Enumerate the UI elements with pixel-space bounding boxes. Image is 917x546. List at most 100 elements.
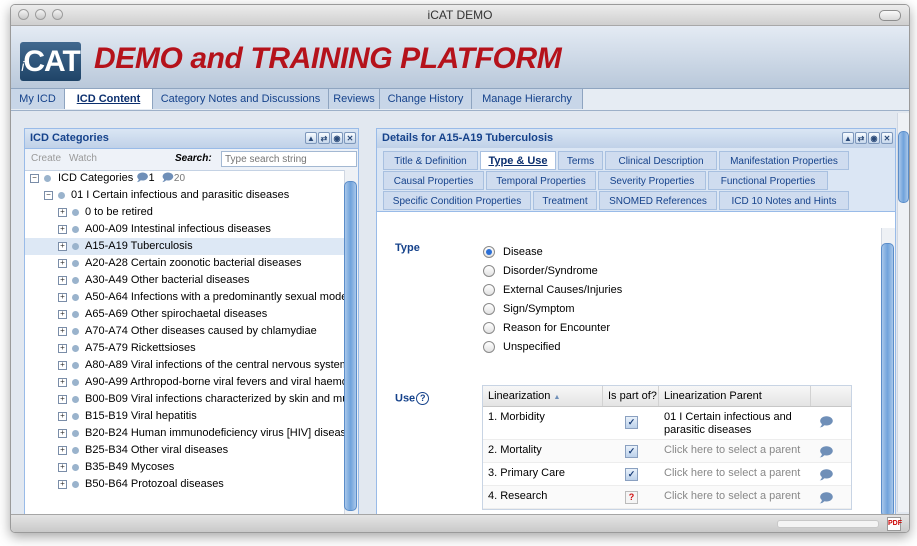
nav-tab-category-notes[interactable]: Category Notes and Discussions: [153, 89, 329, 109]
tree-item[interactable]: + B00-B09 Viral infections characterized …: [25, 391, 344, 408]
tree-item[interactable]: + A70-A74 Other diseases caused by chlamy…: [25, 323, 344, 340]
expand-toggle-icon[interactable]: +: [58, 378, 67, 387]
nav-tab-reviews[interactable]: Reviews: [329, 89, 380, 109]
nav-tab-my-icd[interactable]: My ICD: [11, 89, 65, 109]
table-row[interactable]: 2. Mortality ✓ Click here to select a pare…: [483, 440, 851, 463]
tree-item[interactable]: + A00-A09 Intestinal infectious diseases: [25, 221, 344, 238]
expand-toggle-icon[interactable]: +: [58, 276, 67, 285]
tab-severity-properties[interactable]: Severity Properties: [598, 171, 706, 190]
tab-treatment[interactable]: Treatment: [533, 191, 597, 210]
nav-tab-change-history[interactable]: Change History: [380, 89, 472, 109]
comment-bubble-icon[interactable]: 🗩: [819, 413, 833, 435]
help-icon[interactable]: ?: [416, 392, 430, 405]
nav-tab-icd-content[interactable]: ICD Content: [65, 89, 153, 109]
tab-icd10-notes[interactable]: ICD 10 Notes and Hints: [719, 191, 849, 210]
expand-toggle-icon[interactable]: +: [58, 293, 67, 302]
expand-toggle-icon[interactable]: +: [58, 344, 67, 353]
is-part-of-checkbox[interactable]: ✓: [625, 416, 638, 429]
radio-button[interactable]: [483, 341, 495, 353]
horizontal-scrollbar[interactable]: [777, 520, 879, 528]
parent-cell[interactable]: Click here to select a parent: [659, 463, 811, 480]
collapse-icon[interactable]: ▲: [305, 132, 317, 144]
tree-item[interactable]: + B25-B34 Other viral diseases: [25, 442, 344, 459]
is-part-of-checkbox[interactable]: ✓: [625, 445, 638, 458]
tab-title-definition[interactable]: Title & Definition: [383, 151, 478, 170]
col-linearization-parent[interactable]: Linearization Parent: [659, 386, 811, 406]
tab-snomed-references[interactable]: SNOMED References: [599, 191, 717, 210]
window-zoom-button[interactable]: [52, 9, 63, 20]
col-linearization[interactable]: Linearization ▲: [483, 386, 603, 406]
tab-temporal-properties[interactable]: Temporal Properties: [486, 171, 596, 190]
expand-toggle-icon[interactable]: +: [58, 480, 67, 489]
tab-causal-properties[interactable]: Causal Properties: [383, 171, 484, 190]
comment-bubble-icon[interactable]: 🗩: [819, 489, 833, 511]
comment-bubble-icon[interactable]: 🗩: [819, 443, 833, 465]
tree-item[interactable]: + B15-B19 Viral hepatitis: [25, 408, 344, 425]
window-minimize-button[interactable]: [35, 9, 46, 20]
page-scrollbar-thumb[interactable]: [898, 131, 909, 203]
window-close-button[interactable]: [18, 9, 29, 20]
radio-button[interactable]: [483, 303, 495, 315]
collapse-icon[interactable]: ▲: [842, 132, 854, 144]
radio-button[interactable]: [483, 322, 495, 334]
tree-item[interactable]: + B20-B24 Human immunodeficiency virus [H…: [25, 425, 344, 442]
tab-specific-condition[interactable]: Specific Condition Properties: [383, 191, 531, 210]
comment-bubble-icon[interactable]: 🗩: [819, 466, 833, 488]
is-part-of-checkbox[interactable]: ✓: [625, 468, 638, 481]
close-icon[interactable]: ✕: [344, 132, 356, 144]
tree-item[interactable]: + A15-A19 Tuberculosis: [25, 238, 344, 255]
parent-cell[interactable]: Click here to select a parent: [659, 486, 811, 503]
table-row[interactable]: 3. Primary Care ✓ Click here to select a p…: [483, 463, 851, 486]
expand-toggle-icon[interactable]: +: [58, 395, 67, 404]
search-input[interactable]: [221, 151, 357, 167]
tree-item[interactable]: + A65-A69 Other spirochaetal diseases: [25, 306, 344, 323]
tree-scrollbar-thumb[interactable]: [344, 181, 357, 511]
tab-clinical-description[interactable]: Clinical Description: [605, 151, 717, 170]
expand-toggle-icon[interactable]: +: [58, 310, 67, 319]
create-button[interactable]: Create: [31, 153, 61, 164]
parent-cell[interactable]: 01 I Certain infectious and parasitic dis…: [659, 407, 811, 437]
refresh-icon[interactable]: ⇄: [318, 132, 330, 144]
expand-toggle-icon[interactable]: +: [58, 361, 67, 370]
tab-functional-properties[interactable]: Functional Properties: [708, 171, 828, 190]
comment-bubble-icon[interactable]: 🗩: [162, 172, 174, 184]
page-scroll-track[interactable]: [897, 113, 909, 512]
tab-terms[interactable]: Terms: [558, 151, 603, 170]
collapse-toggle-icon[interactable]: −: [30, 174, 39, 183]
pdf-icon[interactable]: PDF: [887, 517, 902, 531]
tree-item[interactable]: + B35-B49 Mycoses: [25, 459, 344, 476]
expand-toggle-icon[interactable]: +: [58, 242, 67, 251]
tree-item[interactable]: +0 to be retired: [25, 204, 344, 221]
tree-chapter[interactable]: − 01 I Certain infectious and parasitic …: [25, 187, 344, 204]
tree-item[interactable]: + A50-A64 Infections with a predominantly…: [25, 289, 344, 306]
nav-tab-manage-hierarchy[interactable]: Manage Hierarchy: [472, 89, 583, 109]
details-scrollbar-thumb[interactable]: [881, 243, 894, 517]
tree-item[interactable]: + B50-B64 Protozoal diseases: [25, 476, 344, 493]
expand-toggle-icon[interactable]: +: [58, 327, 67, 336]
parent-cell[interactable]: Click here to select a parent: [659, 440, 811, 457]
watch-button[interactable]: Watch: [69, 153, 97, 164]
comment-bubble-icon[interactable]: 🗩: [136, 172, 148, 184]
expand-toggle-icon[interactable]: +: [58, 463, 67, 472]
tree-root[interactable]: − ICD Categories 🗩1 🗩20: [25, 170, 344, 187]
print-icon[interactable]: ◉: [868, 132, 880, 144]
print-icon[interactable]: ◉: [331, 132, 343, 144]
refresh-icon[interactable]: ⇄: [855, 132, 867, 144]
expand-toggle-icon[interactable]: +: [58, 412, 67, 421]
table-row[interactable]: 4. Research? Click here to select a paren…: [483, 486, 851, 509]
tab-type-use[interactable]: Type & Use: [480, 151, 556, 170]
is-part-of-unknown-checkbox[interactable]: ?: [625, 491, 638, 504]
tree-item[interactable]: + A20-A28 Certain zoonotic bacterial dise…: [25, 255, 344, 272]
col-is-part-of[interactable]: Is part of?: [603, 386, 659, 406]
radio-button[interactable]: [483, 246, 495, 258]
tab-manifestation-properties[interactable]: Manifestation Properties: [719, 151, 849, 170]
collapse-toggle-icon[interactable]: −: [44, 191, 53, 200]
expand-toggle-icon[interactable]: +: [58, 259, 67, 268]
table-row[interactable]: 1. Morbidity ✓ 01 I Certain infectious and…: [483, 407, 851, 440]
close-icon[interactable]: ✕: [881, 132, 893, 144]
radio-button[interactable]: [483, 265, 495, 277]
expand-toggle-icon[interactable]: +: [58, 208, 67, 217]
radio-button[interactable]: [483, 284, 495, 296]
tree-item[interactable]: + A75-A79 Rickettsioses: [25, 340, 344, 357]
tree-item[interactable]: + A90-A99 Arthropod-borne viral fevers an…: [25, 374, 344, 391]
